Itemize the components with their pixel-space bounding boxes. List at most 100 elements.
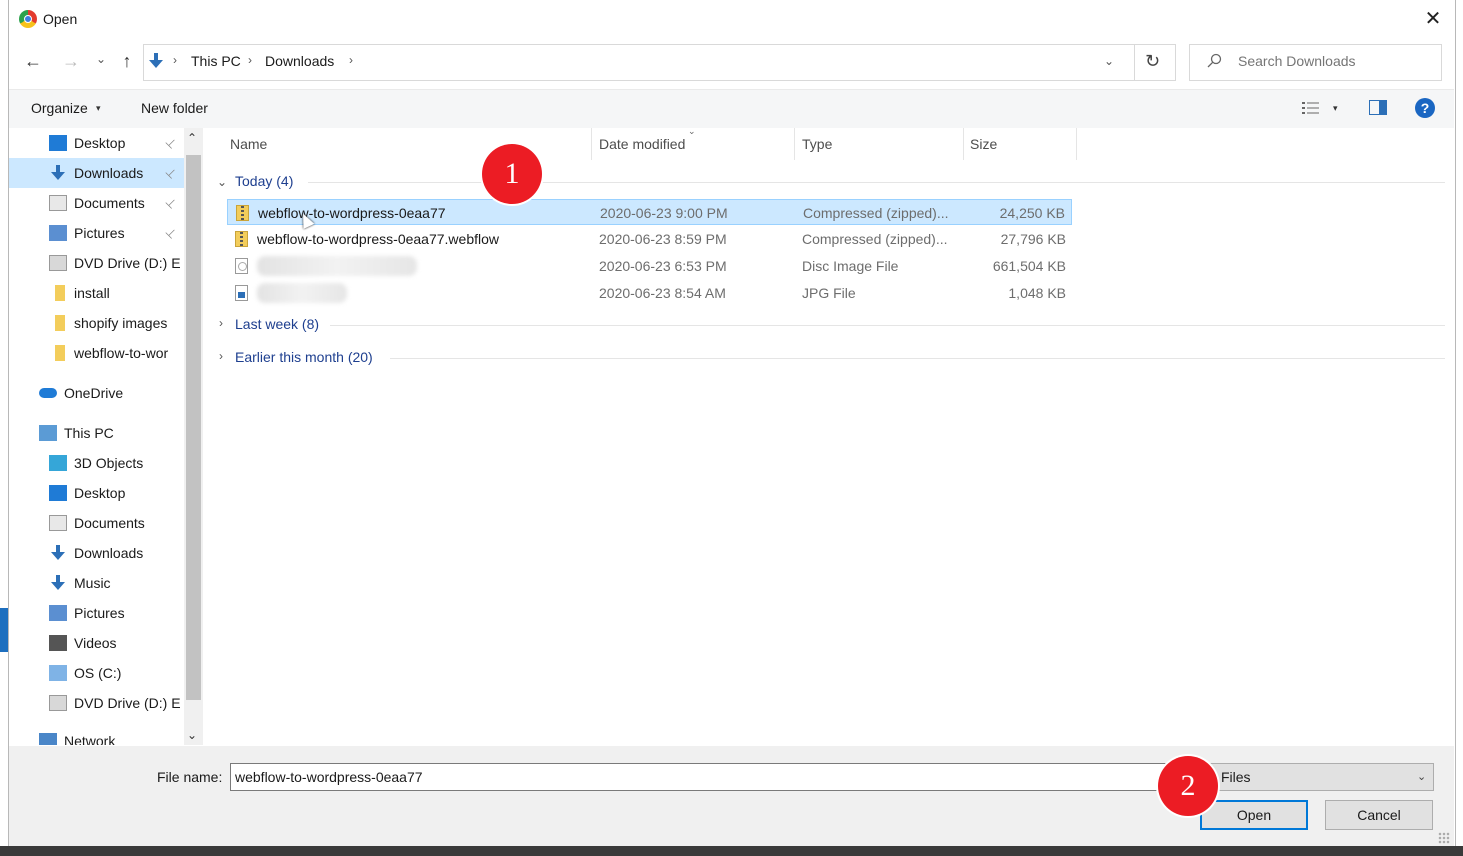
window-title: Open [43, 11, 78, 27]
sidebar-item-label: Documents [74, 515, 145, 531]
sidebar-item-pictures[interactable]: Pictures ⊥ [9, 218, 184, 248]
file-name: webflow-to-wordpress-0eaa77 [258, 205, 446, 221]
column-separator[interactable] [963, 128, 964, 160]
scroll-down-icon[interactable]: ⌄ [187, 728, 197, 742]
file-size: 1,048 KB [1008, 285, 1066, 301]
file-name-label: File name: [157, 769, 223, 785]
open-button[interactable]: Open [1200, 800, 1308, 830]
sidebar-item-documents[interactable]: Documents ⊥ [9, 188, 184, 218]
videos-icon [49, 635, 67, 651]
dvd-drive-icon [49, 255, 67, 271]
sidebar-item-label: OneDrive [64, 385, 124, 401]
refresh-icon[interactable]: ↻ [1145, 51, 1160, 72]
group-header-today[interactable]: Today (4) [235, 173, 293, 189]
back-arrow-icon[interactable]: ← [22, 51, 44, 72]
preview-pane-icon[interactable] [1369, 100, 1387, 115]
sidebar-item-label: webflow-to-wor [74, 345, 169, 361]
file-date-modified: 2020-06-23 9:00 PM [600, 205, 728, 221]
chrome-app-icon [19, 10, 37, 28]
sidebar-item-shopify-images[interactable]: shopify images [9, 308, 184, 338]
address-dropdown-chevron-icon[interactable]: ⌄ [1104, 54, 1114, 68]
folder-icon [55, 285, 65, 301]
organize-button[interactable]: Organize [31, 100, 88, 116]
sidebar-item-desktop[interactable]: Desktop [9, 478, 184, 508]
file-row[interactable]: 2020-06-23 6:53 PM Disc Image File 661,504… [227, 253, 1072, 279]
sidebar-item-label: Downloads [74, 545, 144, 561]
recent-locations-chevron-icon[interactable]: ⌄ [94, 52, 108, 66]
sidebar-item-videos[interactable]: Videos [9, 628, 184, 658]
sidebar-item-label: Videos [74, 635, 117, 651]
sidebar-item-this-pc[interactable]: This PC [9, 418, 184, 448]
breadcrumb-separator[interactable]: › [173, 53, 177, 67]
group-collapse-chevron-icon[interactable]: › [219, 316, 223, 330]
help-icon[interactable]: ? [1415, 98, 1435, 118]
file-row[interactable]: webflow-to-wordpress-0eaa77.webflow 2020-… [227, 226, 1072, 252]
file-size: 24,250 KB [999, 205, 1065, 221]
navigation-scroll-thumb[interactable] [186, 155, 201, 700]
column-header-type[interactable]: Type [802, 136, 832, 152]
close-button[interactable]: ✕ [1418, 6, 1448, 32]
breadcrumb-separator[interactable]: › [349, 53, 353, 67]
group-header-last-week[interactable]: Last week (8) [235, 316, 319, 332]
file-row[interactable]: webflow-to-wordpress-0eaa77 2020-06-23 9:… [227, 199, 1072, 225]
forward-arrow-icon[interactable]: → [60, 51, 82, 72]
group-collapse-chevron-icon[interactable]: › [219, 349, 223, 363]
sidebar-item-label: Documents [74, 195, 145, 211]
column-header-date-modified[interactable]: Date modified [599, 136, 685, 152]
search-input[interactable] [1238, 53, 1428, 69]
view-options-caret-icon[interactable]: ▾ [1333, 103, 1338, 114]
sidebar-item-onedrive[interactable]: OneDrive [9, 378, 184, 408]
music-icon [49, 575, 67, 591]
sidebar-item-os-c[interactable]: OS (C:) [9, 658, 184, 688]
file-type: Disc Image File [802, 258, 899, 274]
organize-caret-icon[interactable]: ▾ [96, 103, 101, 114]
network-icon [39, 733, 57, 745]
dvd-drive-icon [49, 695, 67, 711]
sidebar-item-label: 3D Objects [74, 455, 144, 471]
column-separator[interactable] [794, 128, 795, 160]
file-date-modified: 2020-06-23 6:53 PM [599, 258, 727, 274]
sidebar-item-pictures[interactable]: Pictures [9, 598, 184, 628]
dialog-footer [9, 746, 1454, 846]
new-folder-button[interactable]: New folder [141, 100, 208, 116]
address-divider [1134, 45, 1135, 80]
resize-grip-icon[interactable] [1438, 832, 1450, 844]
column-separator[interactable] [591, 128, 592, 160]
sidebar-item-webflow-to-wor[interactable]: webflow-to-wor [9, 338, 184, 368]
sidebar-item-desktop[interactable]: Desktop ⊥ [9, 128, 184, 158]
sidebar-item-3d-objects[interactable]: 3D Objects [9, 448, 184, 478]
sidebar-item-label: Desktop [74, 135, 126, 151]
file-name: webflow-to-wordpress-0eaa77.webflow [257, 231, 500, 247]
file-row[interactable]: 2020-06-23 8:54 AM JPG File 1,048 KB [227, 280, 1072, 306]
cancel-button[interactable]: Cancel [1325, 800, 1433, 830]
chevron-down-icon[interactable]: ⌄ [1417, 770, 1426, 783]
pin-icon: ⊥ [162, 194, 180, 212]
group-expand-chevron-icon[interactable]: ⌄ [217, 175, 227, 189]
sidebar-item-music[interactable]: Music [9, 568, 184, 598]
sidebar-item-documents[interactable]: Documents [9, 508, 184, 538]
group-header-earlier-this-month[interactable]: Earlier this month (20) [235, 349, 373, 365]
up-arrow-icon[interactable]: ↑ [117, 51, 137, 72]
breadcrumb-downloads[interactable]: Downloads [265, 53, 334, 69]
sidebar-item-network[interactable]: Network [9, 726, 184, 745]
column-header-name[interactable]: Name [230, 136, 267, 152]
sidebar-item-dvd-drive-d-e[interactable]: DVD Drive (D:) E [9, 248, 184, 278]
sidebar-item-install[interactable]: install [9, 278, 184, 308]
zip-icon [235, 231, 248, 247]
documents-icon [49, 195, 67, 211]
sidebar-item-downloads[interactable]: Downloads ⊥ [9, 158, 184, 188]
file-size: 661,504 KB [992, 258, 1066, 274]
file-name-input[interactable] [230, 763, 1192, 791]
sidebar-item-label: Desktop [74, 485, 126, 501]
sidebar-item-label: Downloads [74, 165, 144, 181]
breadcrumb-separator[interactable]: › [248, 53, 252, 67]
navigation-pane[interactable]: Desktop ⊥ Downloads ⊥ Documents ⊥ Pictures ⊥ DVD… [9, 128, 203, 745]
column-header-size[interactable]: Size [970, 136, 997, 152]
file-type: Compressed (zipped)... [803, 205, 949, 221]
change-view-icon[interactable] [1301, 100, 1321, 116]
scroll-up-icon[interactable]: ⌃ [187, 131, 197, 145]
sidebar-item-downloads[interactable]: Downloads [9, 538, 184, 568]
sidebar-item-dvd-drive-d-e[interactable]: DVD Drive (D:) E [9, 688, 184, 718]
column-separator[interactable] [1076, 128, 1077, 160]
breadcrumb-this-pc[interactable]: This PC [191, 53, 241, 69]
